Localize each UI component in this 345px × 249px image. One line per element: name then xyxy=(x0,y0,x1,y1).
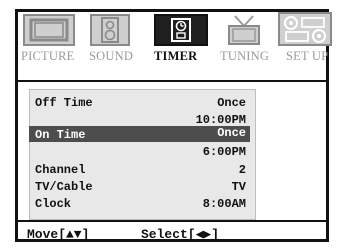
tvcable-value[interactable]: TV xyxy=(232,180,246,194)
tab-timer-label: TIMER xyxy=(154,49,198,63)
on-time-label[interactable]: On Time xyxy=(35,128,85,142)
footer-divider xyxy=(15,220,329,222)
tvcable-label[interactable]: TV/Cable xyxy=(35,180,93,194)
tab-tuning-label: TUNING xyxy=(220,49,270,63)
on-time-mode[interactable]: Once xyxy=(217,126,246,140)
tv-icon xyxy=(23,14,75,46)
antenna-tv-icon xyxy=(224,14,264,46)
off-time-mode[interactable]: Once xyxy=(217,96,246,110)
channel-value[interactable]: 2 xyxy=(239,163,246,177)
on-time-value[interactable]: 6:00PM xyxy=(203,145,246,159)
off-time-value[interactable]: 10:00PM xyxy=(196,113,246,127)
off-time-label[interactable]: Off Time xyxy=(35,96,93,110)
clock-value[interactable]: 8:00AM xyxy=(203,197,246,211)
channel-label[interactable]: Channel xyxy=(35,163,85,177)
setup-icon xyxy=(278,12,332,46)
timer-clock-icon xyxy=(154,14,208,46)
move-hint: Move[▲▼] xyxy=(27,227,90,242)
tab-picture-label: PICTURE xyxy=(21,49,75,63)
tab-setup-label: SET UP xyxy=(286,49,329,63)
tab-divider xyxy=(15,80,329,82)
tab-sound-label: SOUND xyxy=(89,49,134,63)
speaker-icon xyxy=(90,14,130,46)
select-hint: Select[◀▶] xyxy=(141,227,220,242)
clock-label[interactable]: Clock xyxy=(35,197,71,211)
